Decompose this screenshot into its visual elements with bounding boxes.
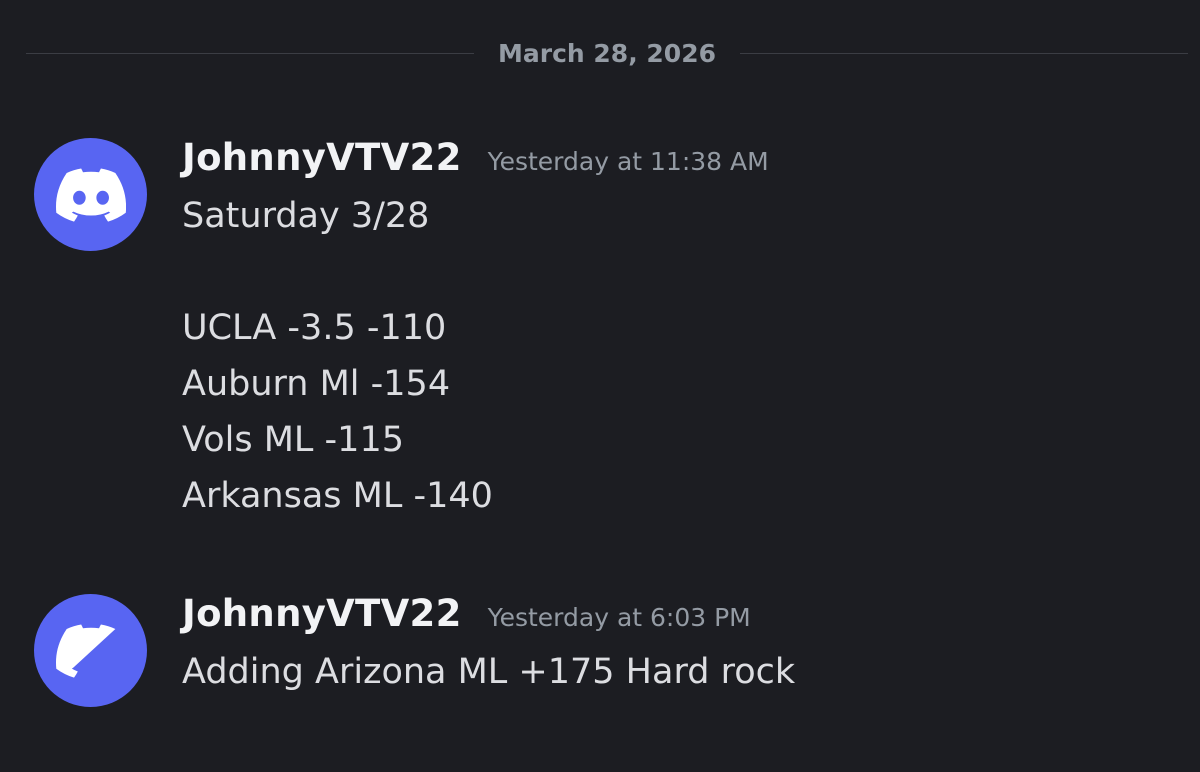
discord-logo-icon <box>55 624 115 678</box>
message-content: Adding Arizona ML +175 Hard rock <box>182 644 1162 700</box>
divider-line-left <box>26 53 474 54</box>
date-divider-label: March 28, 2026 <box>498 39 716 68</box>
date-divider: March 28, 2026 <box>26 32 1188 76</box>
username[interactable]: JohnnyVTV22 <box>182 132 462 184</box>
divider-line-right <box>740 53 1188 54</box>
message-header: JohnnyVTV22 Yesterday at 11:38 AM <box>182 132 769 192</box>
message: JohnnyVTV22 Yesterday at 6:03 PM Adding … <box>0 588 1200 728</box>
avatar[interactable] <box>34 138 147 251</box>
message-header: JohnnyVTV22 Yesterday at 6:03 PM <box>182 588 751 648</box>
discord-logo-icon <box>55 168 126 222</box>
message-line: Vols ML -115 <box>182 420 404 460</box>
timestamp[interactable]: Yesterday at 6:03 PM <box>488 592 751 644</box>
message-line: Adding Arizona ML +175 Hard rock <box>182 652 796 692</box>
message: JohnnyVTV22 Yesterday at 11:38 AM Saturd… <box>0 132 1200 532</box>
message-line: Arkansas ML -140 <box>182 476 493 516</box>
message-line-blank <box>182 244 1162 300</box>
timestamp[interactable]: Yesterday at 11:38 AM <box>488 136 769 188</box>
message-line: Saturday 3/28 <box>182 196 430 236</box>
message-line: Auburn Ml -154 <box>182 364 451 404</box>
username[interactable]: JohnnyVTV22 <box>182 588 462 640</box>
avatar[interactable] <box>34 594 147 707</box>
message-line: UCLA -3.5 -110 <box>182 308 447 348</box>
message-content: Saturday 3/28 UCLA -3.5 -110 Auburn Ml -… <box>182 188 1162 524</box>
